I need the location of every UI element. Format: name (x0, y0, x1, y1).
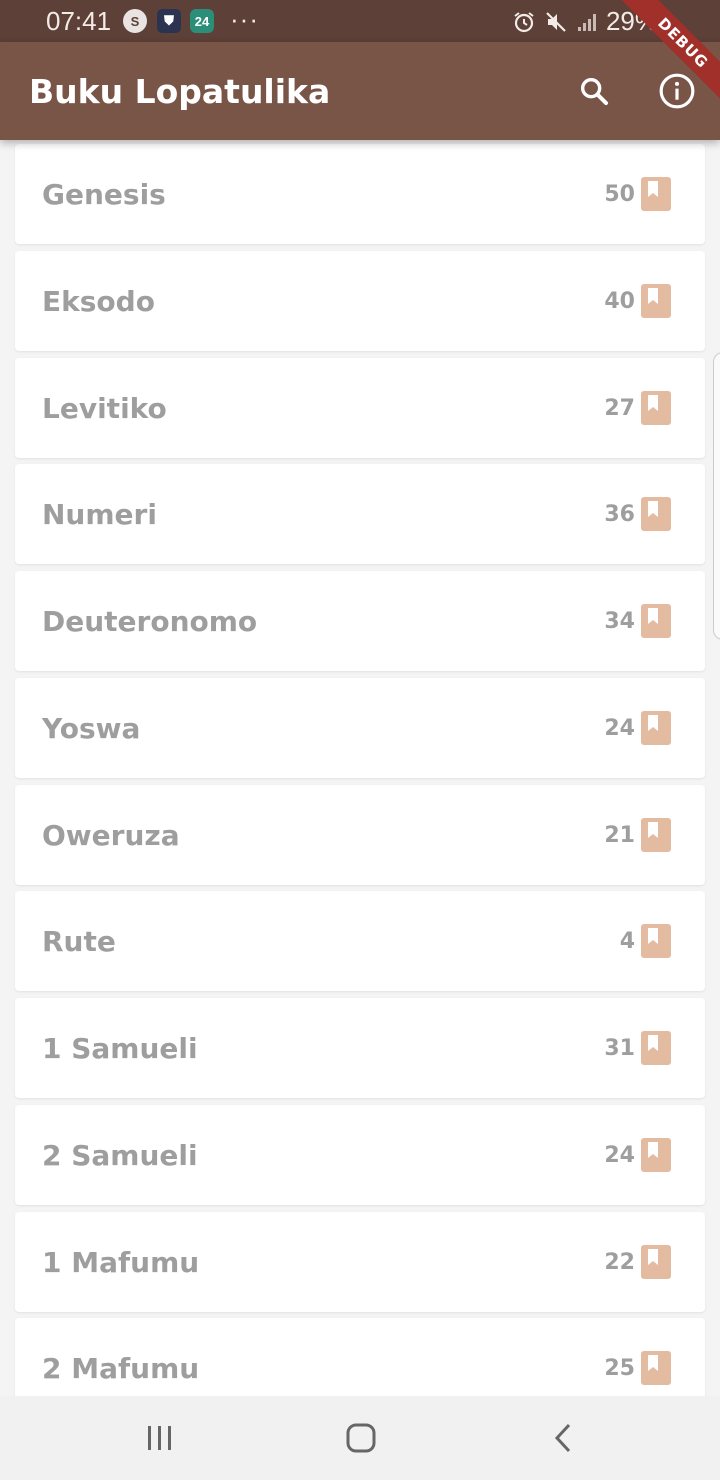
back-icon (554, 1423, 571, 1453)
mute-icon (544, 10, 568, 34)
calendar-notification-icon: 24 (190, 9, 214, 33)
info-button[interactable] (654, 68, 700, 114)
list-item-2-mafumu[interactable]: 2 Mafumu 25 (15, 1318, 705, 1396)
book-name: Oweruza (42, 818, 180, 852)
bookmark-icon (641, 1138, 671, 1172)
status-time: 07:41 (46, 6, 112, 36)
chapter-count: 24 (604, 715, 635, 741)
book-name: 2 Samueli (42, 1138, 198, 1172)
book-name: Numeri (42, 497, 157, 531)
bookmark-icon (641, 177, 671, 211)
more-notifications-icon: ··· (230, 4, 259, 34)
bookmark-icon (641, 711, 671, 745)
home-icon (346, 1423, 376, 1453)
list-item-1-samueli[interactable]: 1 Samueli 31 (15, 998, 705, 1098)
system-nav-bar (0, 1396, 720, 1480)
book-name: Deuteronomo (42, 604, 258, 638)
app-bar: Buku Lopatulika (0, 42, 720, 140)
shield-app-notification-icon: ⛊ (157, 9, 181, 33)
list-item-levitiko[interactable]: Levitiko 27 (15, 358, 705, 458)
bookmark-icon (641, 818, 671, 852)
book-name: Yoswa (42, 711, 141, 745)
chapter-count: 50 (604, 181, 635, 207)
chapter-count: 4 (619, 928, 635, 954)
chapter-count: 31 (604, 1035, 635, 1061)
status-bar: 07:41 S ⛊ 24 ··· 29% (0, 0, 720, 42)
search-button[interactable] (571, 68, 617, 114)
page-title: Buku Lopatulika (29, 72, 331, 111)
list-item-2-samueli[interactable]: 2 Samueli 24 (15, 1105, 705, 1205)
bookmark-icon (641, 604, 671, 638)
info-icon (659, 73, 695, 109)
book-name: 1 Mafumu (42, 1245, 200, 1279)
s-app-notification-icon: S (123, 9, 147, 33)
list-item-rute[interactable]: Rute 4 (15, 891, 705, 991)
edge-panel-handle[interactable] (713, 352, 720, 640)
list-item-deuteronomo[interactable]: Deuteronomo 34 (15, 571, 705, 671)
bookmark-icon (641, 497, 671, 531)
bookmark-icon (641, 284, 671, 318)
list-item-yoswa[interactable]: Yoswa 24 (15, 678, 705, 778)
list-item-oweruza[interactable]: Oweruza 21 (15, 785, 705, 885)
signal-icon (576, 11, 598, 33)
book-name: Eksodo (42, 284, 155, 318)
chapter-count: 36 (604, 501, 635, 527)
bookmark-icon (641, 1351, 671, 1385)
recent-apps-icon (148, 1426, 171, 1450)
bookmark-icon (641, 391, 671, 425)
recent-apps-button[interactable] (140, 1418, 180, 1458)
chapter-count: 24 (604, 1142, 635, 1168)
chapter-count: 22 (604, 1249, 635, 1275)
bookmark-icon (641, 1031, 671, 1065)
chapter-count: 21 (604, 822, 635, 848)
book-name: Levitiko (42, 391, 167, 425)
chapter-count: 27 (604, 395, 635, 421)
book-list[interactable]: Genesis 50 Eksodo 40 Levitiko 27 Numeri … (0, 140, 720, 1396)
chapter-count: 40 (604, 288, 635, 314)
chapter-count: 34 (604, 608, 635, 634)
book-name: 1 Samueli (42, 1031, 198, 1065)
book-name: Genesis (42, 177, 166, 211)
list-item-eksodo[interactable]: Eksodo 40 (15, 251, 705, 351)
book-name: 2 Mafumu (42, 1351, 200, 1385)
list-item-genesis[interactable]: Genesis 50 (15, 144, 705, 244)
list-item-1-mafumu[interactable]: 1 Mafumu 22 (15, 1212, 705, 1312)
alarm-icon (512, 10, 536, 34)
bookmark-icon (641, 924, 671, 958)
list-item-numeri[interactable]: Numeri 36 (15, 464, 705, 564)
home-button[interactable] (341, 1418, 381, 1458)
bookmark-icon (641, 1245, 671, 1279)
chapter-count: 25 (604, 1355, 635, 1381)
back-button[interactable] (543, 1418, 583, 1458)
search-icon (580, 77, 609, 106)
book-name: Rute (42, 924, 116, 958)
